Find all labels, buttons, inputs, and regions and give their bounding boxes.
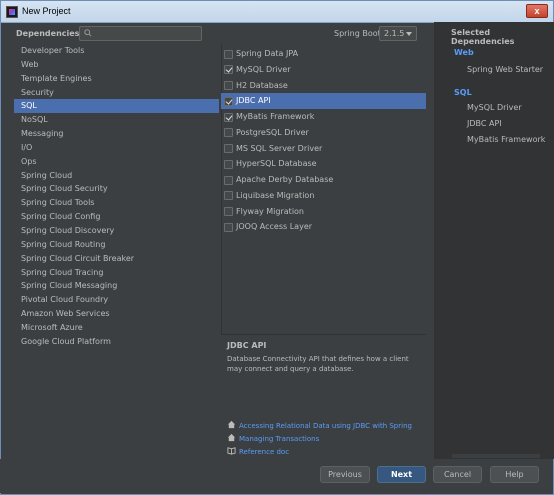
category-item[interactable]: I/O [14,141,219,155]
dependency-label: H2 Database [236,80,288,90]
dependency-item[interactable]: PostgreSQL Driver [221,125,426,141]
dependency-label: JDBC API [236,96,271,106]
intellij-logo-icon [6,6,18,18]
dependency-item[interactable]: H2 Database [221,78,426,94]
reference-doc-link[interactable]: Reference doc [227,446,289,457]
spring-boot-label: Spring Boot [334,29,381,38]
dependency-label: JOOQ Access Layer [236,222,313,232]
window-title: New Project [22,6,71,16]
dependency-checkbox[interactable] [224,175,233,185]
category-item[interactable]: Spring Cloud Routing [14,238,219,252]
dependency-label: MyBatis Framework [236,112,315,121]
close-button[interactable]: x [526,4,548,18]
dependency-checkbox[interactable] [224,207,233,216]
spring-boot-version-value: 2.1.5 [384,29,405,38]
dependency-checkbox[interactable] [224,49,233,59]
selected-group-sql: SQL [454,88,472,97]
category-item[interactable]: Developer Tools [14,44,219,58]
category-item[interactable]: Spring Cloud Discovery [14,224,219,238]
category-item[interactable]: Google Cloud Platform [14,335,219,349]
selected-dependencies-title: Selected Dependencies [451,28,515,46]
dependency-item[interactable]: MS SQL Server Driver [221,141,426,157]
dependency-item[interactable]: Spring Data JPA [221,46,426,62]
dependency-checkbox[interactable] [224,96,233,106]
dependency-list: Spring Data JPA MySQL Driver H2 Database JD… [221,46,426,235]
dependency-item[interactable]: MySQL Driver [221,62,426,78]
home-icon [227,420,236,429]
category-item[interactable]: Spring Cloud Tools [14,196,219,210]
category-item[interactable]: Amazon Web Services [14,307,219,321]
dependencies-label: Dependencies [16,29,80,38]
dependency-label: HyperSQL Database [236,159,317,169]
dependency-checkbox[interactable] [224,65,233,75]
dependency-label: Liquibase Migration [236,190,315,200]
category-item[interactable]: Spring Cloud Circuit Breaker [14,252,219,266]
title-bar: New Project x [1,1,553,23]
dependency-item[interactable]: JDBC API [221,93,426,109]
dependency-item[interactable]: Flyway Migration [221,204,426,220]
dependency-item[interactable]: MyBatis Framework [221,109,426,125]
category-item[interactable]: Template Engines [14,72,219,86]
category-item[interactable]: Spring Cloud [14,169,219,183]
guide-link-transactions[interactable]: Managing Transactions [227,433,319,444]
dependency-checkbox[interactable] [224,81,233,90]
spring-boot-version-select[interactable]: 2.1.5 [379,26,417,41]
dependency-checkbox[interactable] [224,159,233,169]
category-item[interactable]: Spring Cloud Messaging [14,279,219,293]
home-icon [227,433,236,442]
category-item[interactable]: SQL [14,99,219,114]
dependency-checkbox[interactable] [224,144,233,153]
category-item[interactable]: NoSQL [14,113,219,127]
book-icon [227,447,236,455]
dependency-item[interactable]: HyperSQL Database [221,156,426,172]
dependency-item[interactable]: Liquibase Migration [221,188,426,204]
dependency-label: Apache Derby Database [236,175,334,184]
category-item[interactable]: Messaging [14,127,219,141]
category-list: Developer Tools Web Template Engines Securi… [14,44,219,349]
dependency-label: MS SQL Server Driver [236,143,323,153]
dependency-checkbox[interactable] [224,191,233,201]
category-item[interactable]: Spring Cloud Security [14,182,219,196]
chevron-down-icon [406,32,412,36]
dependency-checkbox[interactable] [224,222,233,232]
link-label: Accessing Relational Data using JDBC wit… [239,422,412,430]
category-item[interactable]: Web [14,58,219,72]
dependency-label: PostgreSQL Driver [236,127,309,137]
description-text: Database Connectivity API that defines h… [227,355,409,373]
selected-item: MyBatis Framework [467,135,546,144]
category-item[interactable]: Microsoft Azure [14,321,219,335]
category-item[interactable]: Security [14,86,219,100]
search-icon [84,29,92,37]
selected-item: MySQL Driver [467,103,522,112]
category-item[interactable]: Spring Cloud Tracing [14,266,219,280]
selected-group-web: Web [454,48,474,57]
link-label: Reference doc [239,448,290,456]
link-label: Managing Transactions [239,435,320,443]
selected-item: Spring Web Starter [467,65,544,74]
dependency-checkbox[interactable] [224,112,233,122]
selected-item: JDBC API [467,119,502,128]
dependency-checkbox[interactable] [224,128,233,138]
help-button[interactable]: Help [490,466,539,483]
description-title: JDBC API [227,341,267,350]
next-button[interactable]: Next [377,466,426,483]
category-item[interactable]: Spring Cloud Config [14,210,219,224]
horizontal-scrollbar[interactable] [452,454,540,458]
dependency-label: Spring Data JPA [236,49,299,58]
dependency-label: Flyway Migration [236,206,304,216]
category-item[interactable]: Ops [14,155,219,169]
previous-button[interactable]: Previous [320,466,370,483]
category-item[interactable]: Pivotal Cloud Foundry [14,293,219,307]
guide-link-jdbc[interactable]: Accessing Relational Data using JDBC wit… [227,420,412,431]
dependency-item[interactable]: Apache Derby Database [221,172,426,188]
search-input[interactable] [79,26,202,41]
dependency-label: MySQL Driver [236,64,291,74]
cancel-button[interactable]: Cancel [433,466,482,483]
dependency-item[interactable]: JOOQ Access Layer [221,219,426,235]
